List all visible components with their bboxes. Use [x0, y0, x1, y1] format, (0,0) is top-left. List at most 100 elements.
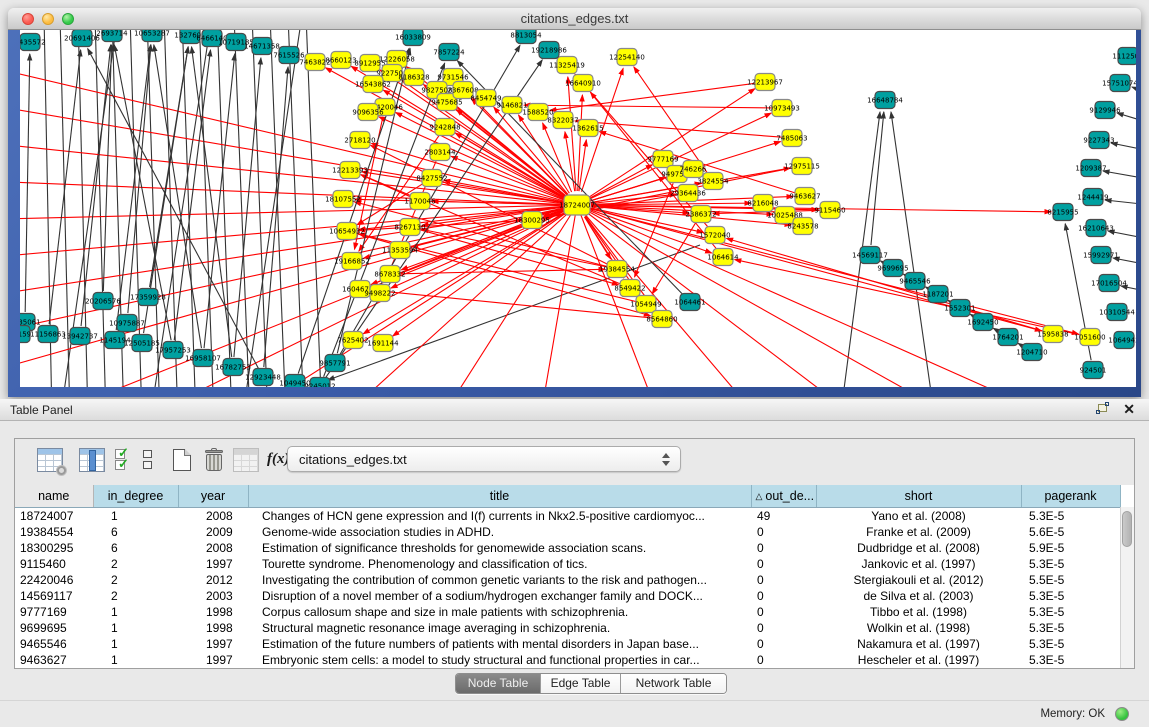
table-cell[interactable]: 49 — [751, 507, 816, 524]
table-cell[interactable]: 2 — [93, 588, 178, 604]
table-cell[interactable]: 2008 — [178, 540, 248, 556]
network-canvas[interactable]: 1872400774638228660123891295512226058922… — [20, 30, 1136, 387]
table-cell[interactable]: 0 — [751, 572, 816, 588]
graph-edge[interactable] — [154, 45, 202, 348]
table-cell[interactable]: Yano et al. (2008) — [816, 507, 1021, 524]
column-header-title[interactable]: title — [248, 485, 751, 507]
import-table-icon[interactable] — [233, 448, 259, 472]
table-cell[interactable]: Nakamura et al. (1997) — [816, 636, 1021, 652]
table-row[interactable]: 911546021997Tourette syndrome. Phenomeno… — [15, 556, 1120, 572]
table-cell[interactable]: Estimation of the future numbers of pati… — [248, 636, 751, 652]
table-cell[interactable]: 2 — [93, 572, 178, 588]
table-cell[interactable]: Investigating the contribution of common… — [248, 572, 751, 588]
table-cell[interactable]: 6 — [93, 540, 178, 556]
table-cell[interactable]: Disruption of a novel member of a sodium… — [248, 588, 751, 604]
table-cell[interactable]: 22420046 — [15, 572, 93, 588]
table-row[interactable]: 946554611997Estimation of the future num… — [15, 636, 1120, 652]
table-selector-dropdown[interactable]: citations_edges.txt — [287, 446, 681, 472]
table-cell[interactable]: 14569117 — [15, 588, 93, 604]
table-cell[interactable]: 5.6E-5 — [1021, 524, 1120, 540]
graph-edge[interactable] — [242, 30, 302, 387]
table-cell[interactable]: Franke et al. (2009) — [816, 524, 1021, 540]
table-cell[interactable]: 18724007 — [15, 507, 93, 524]
table-cell[interactable]: 2009 — [178, 524, 248, 540]
table-cell[interactable]: 5.3E-5 — [1021, 636, 1120, 652]
table-cell[interactable]: 9115460 — [15, 556, 93, 572]
graph-edge[interactable] — [130, 30, 142, 387]
table-row[interactable]: 1456911722003Disruption of a novel membe… — [15, 588, 1120, 604]
table-cell[interactable]: 9777169 — [15, 604, 93, 620]
table-cell[interactable]: Dudbridge et al. (2008) — [816, 540, 1021, 556]
graph-edge[interactable] — [1105, 200, 1136, 206]
table-cell[interactable]: 0 — [751, 540, 816, 556]
table-cell[interactable]: Corpus callosum shape and size in male p… — [248, 604, 751, 620]
graph-edge[interactable] — [1103, 171, 1136, 181]
table-cell[interactable]: 5.3E-5 — [1021, 556, 1120, 572]
close-panel-icon[interactable]: ✕ — [1123, 401, 1135, 418]
graph-edge[interactable] — [270, 30, 286, 387]
tab-edge-table[interactable]: Edge Table — [541, 674, 621, 693]
table-cell[interactable]: 0 — [751, 604, 816, 620]
float-panel-icon[interactable] — [1096, 404, 1109, 416]
table-scrollbar[interactable] — [1120, 507, 1134, 668]
table-cell[interactable]: 1 — [93, 620, 178, 636]
graph-edge[interactable] — [174, 50, 210, 340]
table-cell[interactable]: Structural magnetic resonance image aver… — [248, 620, 751, 636]
tab-node-table[interactable]: Node Table — [456, 674, 541, 693]
select-rows-icon[interactable]: ✓✓ — [115, 447, 126, 469]
table-row[interactable]: 2242004622012Investigating the contribut… — [15, 572, 1120, 588]
table-cell[interactable]: 5.3E-5 — [1021, 620, 1120, 636]
table-cell[interactable]: 2008 — [178, 507, 248, 524]
row-height-icon[interactable] — [143, 450, 152, 472]
table-cell[interactable]: Embryonic stem cells: a model to study s… — [248, 652, 751, 668]
table-cell[interactable]: 1997 — [178, 636, 248, 652]
table-cell[interactable]: 5.3E-5 — [1021, 652, 1120, 668]
table-cell[interactable]: Hescheler et al. (1997) — [816, 652, 1021, 668]
table-row[interactable]: 969969511998Structural magnetic resonanc… — [15, 620, 1120, 636]
table-cell[interactable]: 18300295 — [15, 540, 93, 556]
column-header-short[interactable]: short — [816, 485, 1021, 507]
table-cell[interactable]: 0 — [751, 636, 816, 652]
graph-edge[interactable] — [891, 112, 935, 387]
table-cell[interactable]: Estimation of significance thresholds fo… — [248, 540, 751, 556]
table-cell[interactable]: 1 — [93, 652, 178, 668]
table-cell[interactable]: 1997 — [178, 652, 248, 668]
table-cell[interactable]: 2012 — [178, 572, 248, 588]
table-cell[interactable]: 1998 — [178, 604, 248, 620]
graph-edge[interactable] — [455, 133, 565, 198]
table-cell[interactable]: 19384554 — [15, 524, 93, 540]
table-cell[interactable]: 2 — [93, 556, 178, 572]
table-cell[interactable]: 1 — [93, 507, 178, 524]
graph-edge[interactable] — [1111, 143, 1136, 153]
table-cell[interactable]: 9465546 — [15, 636, 93, 652]
table-cell[interactable]: 1 — [93, 636, 178, 652]
table-cell[interactable]: 1998 — [178, 620, 248, 636]
graph-edge[interactable] — [575, 121, 782, 137]
table-row[interactable]: 1830029562008Estimation of significance … — [15, 540, 1120, 556]
graph-edge[interactable] — [103, 45, 111, 291]
table-cell[interactable]: Genome-wide association studies in ADHD. — [248, 524, 751, 540]
table-cell[interactable]: 0 — [751, 588, 816, 604]
table-cell[interactable]: 2003 — [178, 588, 248, 604]
table-cell[interactable]: Wolkin et al. (1998) — [816, 620, 1021, 636]
table-cell[interactable]: 9699695 — [15, 620, 93, 636]
graph-edge[interactable] — [150, 30, 212, 387]
network-window-titlebar[interactable]: citations_edges.txt — [8, 8, 1141, 30]
table-cell[interactable]: 0 — [751, 524, 816, 540]
table-cell[interactable]: 0 — [751, 620, 816, 636]
table-cell[interactable]: 5.3E-5 — [1021, 604, 1120, 620]
graph-edge[interactable] — [288, 30, 304, 387]
table-cell[interactable]: 0 — [751, 556, 816, 572]
table-cell[interactable]: de Silva et al. (2003) — [816, 588, 1021, 604]
graph-edge[interactable] — [306, 30, 322, 387]
graph-edge[interactable] — [49, 50, 80, 324]
table-scrollbar-thumb[interactable] — [1122, 511, 1132, 547]
graph-edge[interactable] — [20, 60, 577, 205]
graph-edge[interactable] — [150, 47, 189, 287]
table-row[interactable]: 1872400712008Changes of HCN gene express… — [15, 507, 1120, 524]
table-mode-icon[interactable] — [37, 448, 63, 472]
graph-edge[interactable] — [1108, 231, 1136, 241]
graph-edge[interactable] — [420, 230, 619, 285]
graph-edge[interactable] — [565, 132, 575, 191]
table-cell[interactable]: Stergiakouli et al. (2012) — [816, 572, 1021, 588]
